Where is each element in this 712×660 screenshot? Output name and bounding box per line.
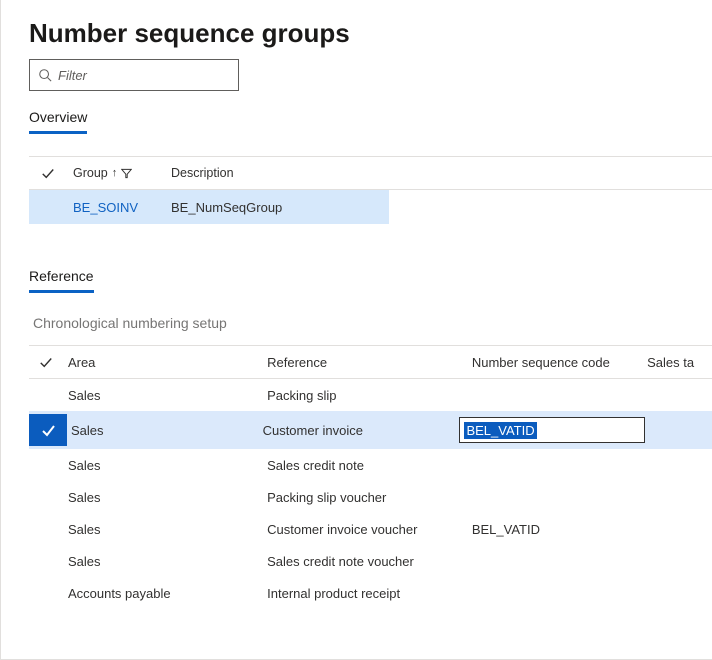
cell-salestax: [647, 587, 712, 599]
cell-area: Sales: [67, 417, 263, 444]
reference-row[interactable]: Accounts payableInternal product receipt: [29, 577, 712, 609]
row-select-checkbox[interactable]: [29, 414, 67, 446]
cell-number-sequence-code: [472, 389, 647, 401]
group-description: BE_NumSeqGroup: [171, 194, 361, 221]
cell-number-sequence-code: [472, 459, 647, 471]
cell-area: Sales: [64, 452, 267, 479]
cell-area: Sales: [64, 382, 267, 409]
cell-reference: Packing slip: [267, 382, 472, 409]
overview-grid-header: Group ↑ Description: [29, 156, 712, 190]
column-header-area[interactable]: Area: [64, 349, 267, 376]
search-icon: [38, 68, 52, 82]
reference-row[interactable]: SalesCustomer invoice voucherBEL_VATID: [29, 513, 712, 545]
cell-reference: Packing slip voucher: [267, 484, 472, 511]
page-title: Number sequence groups: [29, 18, 712, 49]
cell-area: Sales: [64, 548, 267, 575]
tab-reference[interactable]: Reference: [29, 264, 94, 293]
cell-salestax: [647, 491, 712, 503]
column-header-reference[interactable]: Reference: [267, 349, 472, 376]
sort-asc-icon: ↑: [112, 167, 118, 179]
filter-icon[interactable]: [121, 168, 132, 179]
filter-input[interactable]: [58, 68, 236, 83]
section-chronological-numbering: Chronological numbering setup: [29, 315, 712, 331]
cell-salestax: [647, 459, 712, 471]
cell-number-sequence-code: BEL_VATID: [472, 516, 647, 543]
reference-row[interactable]: SalesPacking slip voucher: [29, 481, 712, 513]
cell-salestax: [647, 555, 712, 567]
overview-row[interactable]: BE_SOINV BE_NumSeqGroup: [29, 190, 389, 224]
cell-area: Sales: [64, 484, 267, 511]
column-header-code[interactable]: Number sequence code: [472, 349, 647, 376]
cell-reference: Sales credit note: [267, 452, 472, 479]
cell-reference: Sales credit note voucher: [267, 548, 472, 575]
cell-reference: Customer invoice voucher: [267, 516, 472, 543]
cell-salestax: [647, 523, 712, 535]
cell-number-sequence-code: [472, 587, 647, 599]
cell-number-sequence-code: [472, 491, 647, 503]
reference-row[interactable]: SalesSales credit note: [29, 449, 712, 481]
cell-number-sequence-code: [472, 555, 647, 567]
cell-area: Sales: [64, 516, 267, 543]
column-header-description[interactable]: Description: [171, 160, 361, 186]
reference-row[interactable]: SalesSales credit note voucher: [29, 545, 712, 577]
column-header-group-label: Group: [73, 166, 108, 180]
reference-grid-header: Area Reference Number sequence code Sale…: [29, 345, 712, 379]
column-header-group[interactable]: Group ↑: [67, 160, 171, 186]
column-header-salestax[interactable]: Sales ta: [647, 349, 712, 376]
reference-row[interactable]: SalesPacking slip: [29, 379, 712, 411]
select-all-checkbox[interactable]: [29, 166, 67, 180]
group-link[interactable]: BE_SOINV: [73, 200, 138, 215]
cell-reference: Customer invoice: [263, 417, 460, 444]
cell-salestax: [647, 389, 712, 401]
cell-reference: Internal product receipt: [267, 580, 472, 607]
cell-salestax: [649, 424, 712, 436]
filter-box[interactable]: [29, 59, 239, 91]
reference-row[interactable]: SalesCustomer invoiceBEL_VATID: [29, 411, 712, 449]
tab-overview[interactable]: Overview: [29, 105, 87, 134]
cell-number-sequence-code[interactable]: BEL_VATID: [459, 411, 649, 449]
cell-area: Accounts payable: [64, 580, 267, 607]
reference-grid: Area Reference Number sequence code Sale…: [29, 345, 712, 609]
overview-grid: Group ↑ Description BE_SOINV BE_NumSeqGr…: [29, 156, 712, 224]
number-sequence-code-input[interactable]: BEL_VATID: [459, 417, 645, 443]
select-all-checkbox[interactable]: [29, 355, 64, 369]
